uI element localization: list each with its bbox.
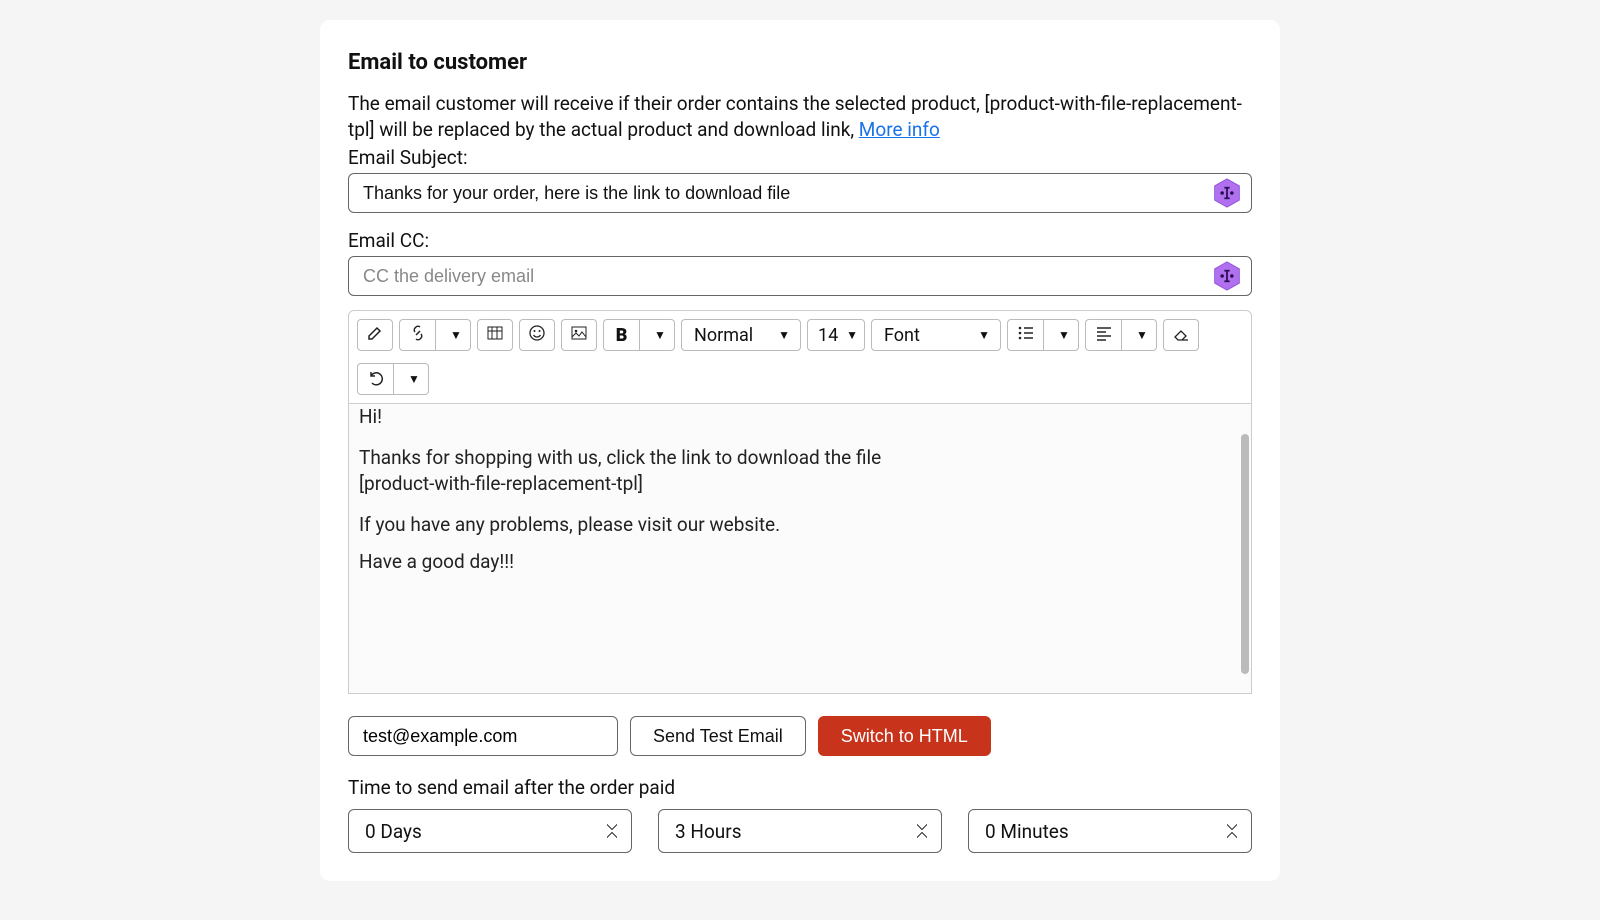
link-combo: ▼: [399, 319, 471, 351]
subject-label: Email Subject:: [348, 146, 1252, 169]
chevron-down-icon: ▼: [408, 372, 420, 386]
placeholder-variable-icon[interactable]: [1212, 261, 1242, 291]
switch-html-button[interactable]: Switch to HTML: [818, 716, 991, 756]
fontsize-dropdown[interactable]: 14 ▼: [807, 319, 865, 351]
description: The email customer will receive if their…: [348, 91, 1252, 142]
scrollbar-thumb[interactable]: [1241, 434, 1249, 674]
link-dropdown[interactable]: ▼: [435, 319, 471, 351]
more-info-link[interactable]: More info: [859, 118, 940, 141]
editor-toolbar: ▼ B ▼ Normal ▼ 14 ▼: [348, 310, 1252, 404]
bold-icon: B: [616, 325, 628, 346]
list-combo: ▼: [1007, 319, 1079, 351]
test-row: Send Test Email Switch to HTML: [348, 716, 1252, 756]
chevron-down-icon: ▼: [778, 328, 790, 342]
undo-icon: [367, 368, 385, 391]
edit-button[interactable]: [357, 319, 393, 351]
editor-body[interactable]: Hi! Thanks for shopping with us, click t…: [348, 404, 1252, 694]
smiley-icon: [528, 324, 546, 347]
image-button[interactable]: [561, 319, 597, 351]
description-text: The email customer will receive if their…: [348, 92, 1242, 141]
cc-label: Email CC:: [348, 229, 1252, 252]
link-button[interactable]: [399, 319, 435, 351]
chevron-down-icon: ▼: [978, 328, 990, 342]
placeholder-variable-icon[interactable]: [1212, 178, 1242, 208]
minutes-value: 0 Minutes: [985, 820, 1069, 843]
align-button[interactable]: [1085, 319, 1121, 351]
chevron-down-icon: ▼: [654, 328, 666, 342]
schedule-label: Time to send email after the order paid: [348, 776, 1252, 799]
editor-line: Hi!: [359, 405, 382, 428]
clear-format-button[interactable]: [1163, 319, 1199, 351]
hours-select[interactable]: 3 Hours: [658, 809, 942, 853]
eraser-icon: [1172, 324, 1190, 347]
test-email-input[interactable]: [348, 716, 618, 756]
page-title: Email to customer: [348, 50, 1252, 75]
align-combo: ▼: [1085, 319, 1157, 351]
email-settings-card: Email to customer The email customer wil…: [320, 20, 1280, 881]
align-left-icon: [1095, 324, 1113, 347]
chevron-down-icon: ▼: [1058, 328, 1070, 342]
subject-row: [348, 173, 1252, 213]
fontsize-value: 14: [818, 325, 838, 346]
table-button[interactable]: [477, 319, 513, 351]
chevron-down-icon: ▼: [1136, 328, 1148, 342]
chevron-down-icon: ▼: [846, 328, 858, 342]
scrollbar[interactable]: [1239, 404, 1251, 693]
format-dropdown[interactable]: Normal ▼: [681, 319, 801, 351]
pencil-icon: [367, 325, 383, 346]
editor-line: If you have any problems, please visit o…: [359, 512, 1229, 539]
bold-button[interactable]: B: [603, 319, 639, 351]
link-icon: [409, 324, 427, 347]
list-icon: [1017, 324, 1035, 347]
fontfamily-dropdown[interactable]: Font ▼: [871, 319, 1001, 351]
cc-row: [348, 256, 1252, 296]
undo-combo: ▼: [357, 363, 429, 395]
minutes-select[interactable]: 0 Minutes: [968, 809, 1252, 853]
subject-input[interactable]: [348, 173, 1252, 213]
chevron-down-icon: ▼: [450, 328, 462, 342]
table-icon: [487, 325, 503, 346]
editor-content[interactable]: Hi! Thanks for shopping with us, click t…: [349, 404, 1239, 693]
emoji-button[interactable]: [519, 319, 555, 351]
list-dropdown[interactable]: ▼: [1043, 319, 1079, 351]
days-value: 0 Days: [365, 820, 422, 843]
image-icon: [570, 324, 588, 347]
schedule-row: 0 Days 3 Hours 0 Minutes: [348, 809, 1252, 853]
editor-line: Have a good day!!!: [359, 549, 1229, 576]
editor-line: Thanks for shopping with us, click the l…: [359, 445, 1229, 498]
cc-input[interactable]: [348, 256, 1252, 296]
undo-dropdown[interactable]: ▼: [393, 363, 429, 395]
bold-combo: B ▼: [603, 319, 675, 351]
days-select[interactable]: 0 Days: [348, 809, 632, 853]
bold-dropdown[interactable]: ▼: [639, 319, 675, 351]
send-test-button[interactable]: Send Test Email: [630, 716, 806, 756]
format-value: Normal: [694, 325, 753, 346]
list-button[interactable]: [1007, 319, 1043, 351]
undo-button[interactable]: [357, 363, 393, 395]
hours-value: 3 Hours: [675, 820, 742, 843]
align-dropdown[interactable]: ▼: [1121, 319, 1157, 351]
fontfamily-value: Font: [884, 325, 920, 346]
